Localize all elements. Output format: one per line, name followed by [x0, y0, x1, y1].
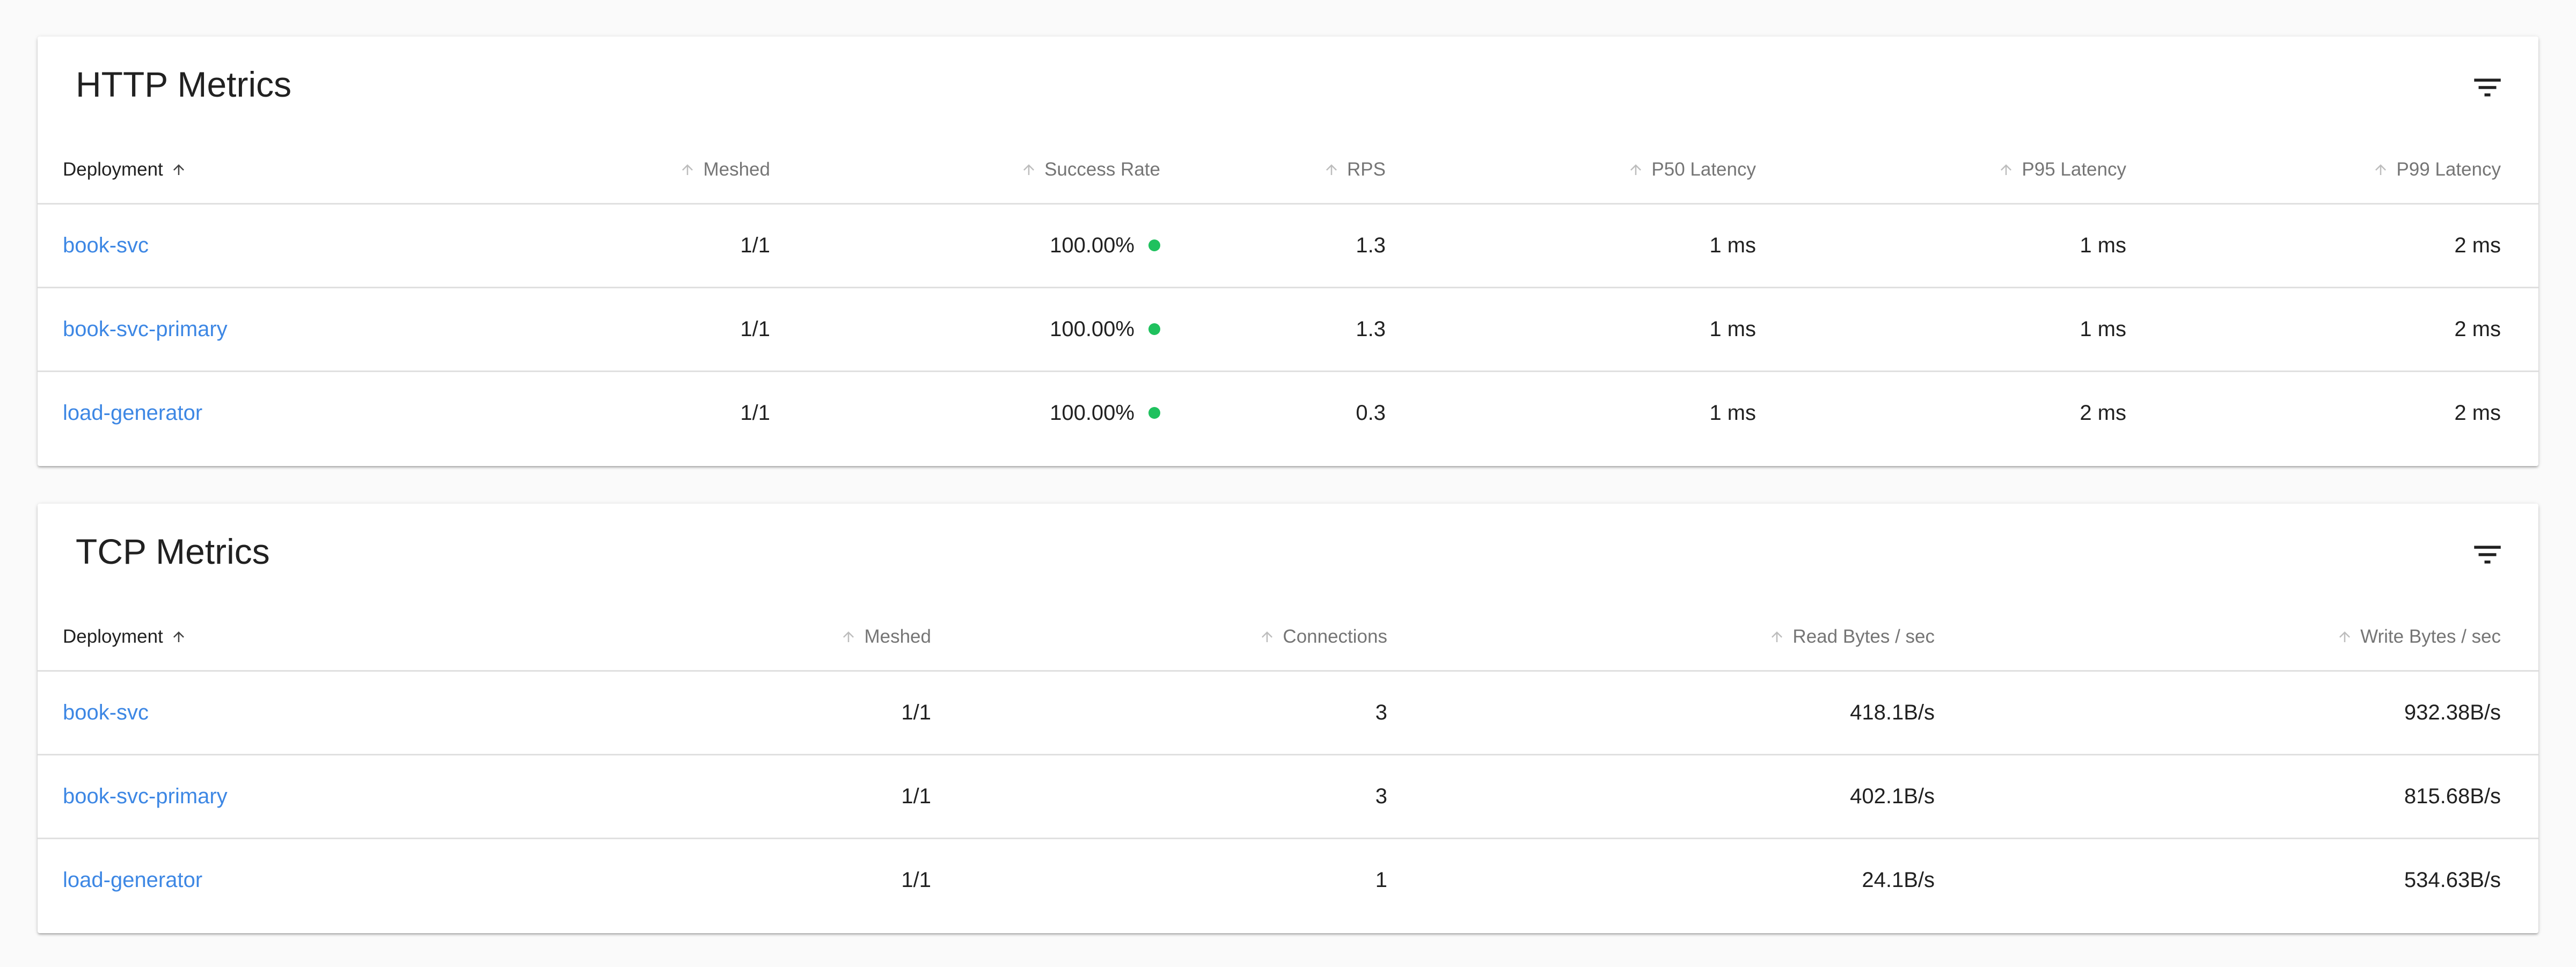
deployment-cell: book-svc	[38, 671, 547, 755]
read-bytes-cell: 24.1B/s	[1862, 868, 1935, 892]
deployment-link[interactable]: book-svc-primary	[63, 784, 228, 808]
meshed-cell: 1/1	[547, 754, 969, 839]
p95-latency-cell: 2 ms	[2080, 401, 2126, 425]
tcp-metrics-header: TCP Metrics	[38, 504, 2538, 603]
deployment-link[interactable]: load-generator	[63, 401, 202, 425]
connections-cell: 1	[1375, 868, 1387, 892]
http-col-rps[interactable]: RPS	[1198, 136, 1423, 205]
tcp-col-meshed[interactable]: Meshed	[547, 603, 969, 672]
meshed-cell: 1/1	[547, 203, 808, 288]
http-col-p99-latency[interactable]: P99 Latency	[2164, 136, 2538, 205]
table-row: book-svc 1/1 3 418.1B/s 932.38B/s	[38, 671, 2538, 755]
success-rate-cell: 100.00%	[808, 287, 1198, 372]
arrow-up-icon	[840, 629, 857, 645]
tcp-metrics-card: TCP Metrics Deployment Meshed Connection…	[38, 504, 2538, 933]
p95-latency-cell: 1 ms	[1794, 203, 2164, 288]
deployment-cell: book-svc-primary	[38, 754, 547, 839]
tcp-header-row: Deployment Meshed Connections Read Bytes…	[38, 603, 2538, 672]
http-filter-button[interactable]	[2470, 70, 2505, 105]
table-row: book-svc 1/1 100.00% 1.3 1 ms 1 ms 2 ms	[38, 203, 2538, 288]
tcp-col-read-bytes[interactable]: Read Bytes / sec	[1425, 603, 1972, 672]
deployment-cell: book-svc-primary	[38, 287, 547, 372]
deployment-link[interactable]: book-svc	[63, 234, 149, 257]
http-col-p50-latency[interactable]: P50 Latency	[1423, 136, 1794, 205]
arrow-up-icon	[1998, 162, 2014, 178]
tcp-col-write-bytes[interactable]: Write Bytes / sec	[1972, 603, 2538, 672]
arrow-up-icon	[171, 629, 187, 645]
write-bytes-cell: 815.68B/s	[1972, 754, 2538, 839]
http-col-p95-latency[interactable]: P95 Latency	[1794, 136, 2164, 205]
http-metrics-header: HTTP Metrics	[38, 37, 2538, 136]
arrow-up-icon	[2337, 629, 2353, 645]
p50-latency-cell: 1 ms	[1423, 287, 1794, 372]
arrow-up-icon	[1628, 162, 1644, 178]
tcp-metrics-title: TCP Metrics	[76, 532, 270, 571]
table-row: load-generator 1/1 100.00% 0.3 1 ms 2 ms…	[38, 372, 2538, 455]
http-header-row: Deployment Meshed Success Rate RPS P50 L…	[38, 136, 2538, 205]
tcp-col-connections[interactable]: Connections	[969, 603, 1425, 672]
p99-latency-cell: 2 ms	[2164, 203, 2538, 288]
arrow-up-icon	[171, 162, 187, 178]
http-metrics-title: HTTP Metrics	[76, 64, 292, 104]
table-row: book-svc-primary 1/1 3 402.1B/s 815.68B/…	[38, 754, 2538, 839]
success-status-dot	[1148, 323, 1160, 335]
arrow-up-icon	[1323, 162, 1340, 178]
http-col-deployment[interactable]: Deployment	[38, 136, 547, 205]
deployment-link[interactable]: book-svc-primary	[63, 317, 228, 341]
http-metrics-card: HTTP Metrics Deployment Meshed Success R…	[38, 37, 2538, 466]
deployment-link[interactable]: book-svc	[63, 701, 149, 724]
p99-latency-cell: 2 ms	[2454, 401, 2501, 425]
rps-cell: 1.3	[1198, 203, 1423, 288]
tcp-filter-button[interactable]	[2470, 537, 2505, 572]
success-status-dot	[1148, 407, 1160, 419]
write-bytes-cell: 534.63B/s	[2404, 868, 2501, 892]
filter-list-icon	[2474, 546, 2501, 564]
arrow-up-icon	[1769, 629, 1785, 645]
p99-latency-cell: 2 ms	[2164, 287, 2538, 372]
http-metrics-table: Deployment Meshed Success Rate RPS P50 L…	[38, 136, 2538, 454]
tcp-col-deployment[interactable]: Deployment	[38, 603, 547, 672]
table-row: book-svc-primary 1/1 100.00% 1.3 1 ms 1 …	[38, 287, 2538, 372]
http-col-success-rate[interactable]: Success Rate	[808, 136, 1198, 205]
deployment-cell: book-svc	[38, 203, 547, 288]
connections-cell: 3	[969, 671, 1425, 755]
arrow-up-icon	[2373, 162, 2389, 178]
filter-list-icon	[2474, 78, 2501, 97]
p50-latency-cell: 1 ms	[1423, 203, 1794, 288]
table-row: load-generator 1/1 1 24.1B/s 534.63B/s	[38, 839, 2538, 922]
write-bytes-cell: 932.38B/s	[1972, 671, 2538, 755]
success-status-dot	[1148, 239, 1160, 251]
success-rate-cell: 100.00%	[808, 372, 1198, 455]
http-col-meshed[interactable]: Meshed	[547, 136, 808, 205]
rps-cell: 1.3	[1198, 287, 1423, 372]
read-bytes-cell: 418.1B/s	[1425, 671, 1972, 755]
p50-latency-cell: 1 ms	[1709, 401, 1756, 425]
meshed-cell: 1/1	[547, 671, 969, 755]
arrow-up-icon	[1259, 629, 1275, 645]
read-bytes-cell: 402.1B/s	[1425, 754, 1972, 839]
meshed-cell: 1/1	[547, 287, 808, 372]
connections-cell: 3	[969, 754, 1425, 839]
deployment-cell: load-generator	[38, 839, 547, 922]
rps-cell: 0.3	[1356, 401, 1386, 425]
deployment-link[interactable]: load-generator	[63, 868, 202, 892]
success-rate-cell: 100.00%	[808, 203, 1198, 288]
arrow-up-icon	[1021, 162, 1037, 178]
meshed-cell: 1/1	[901, 868, 931, 892]
meshed-cell: 1/1	[740, 401, 770, 425]
arrow-up-icon	[679, 162, 696, 178]
tcp-metrics-table: Deployment Meshed Connections Read Bytes…	[38, 603, 2538, 921]
p95-latency-cell: 1 ms	[1794, 287, 2164, 372]
deployment-cell: load-generator	[38, 372, 547, 455]
